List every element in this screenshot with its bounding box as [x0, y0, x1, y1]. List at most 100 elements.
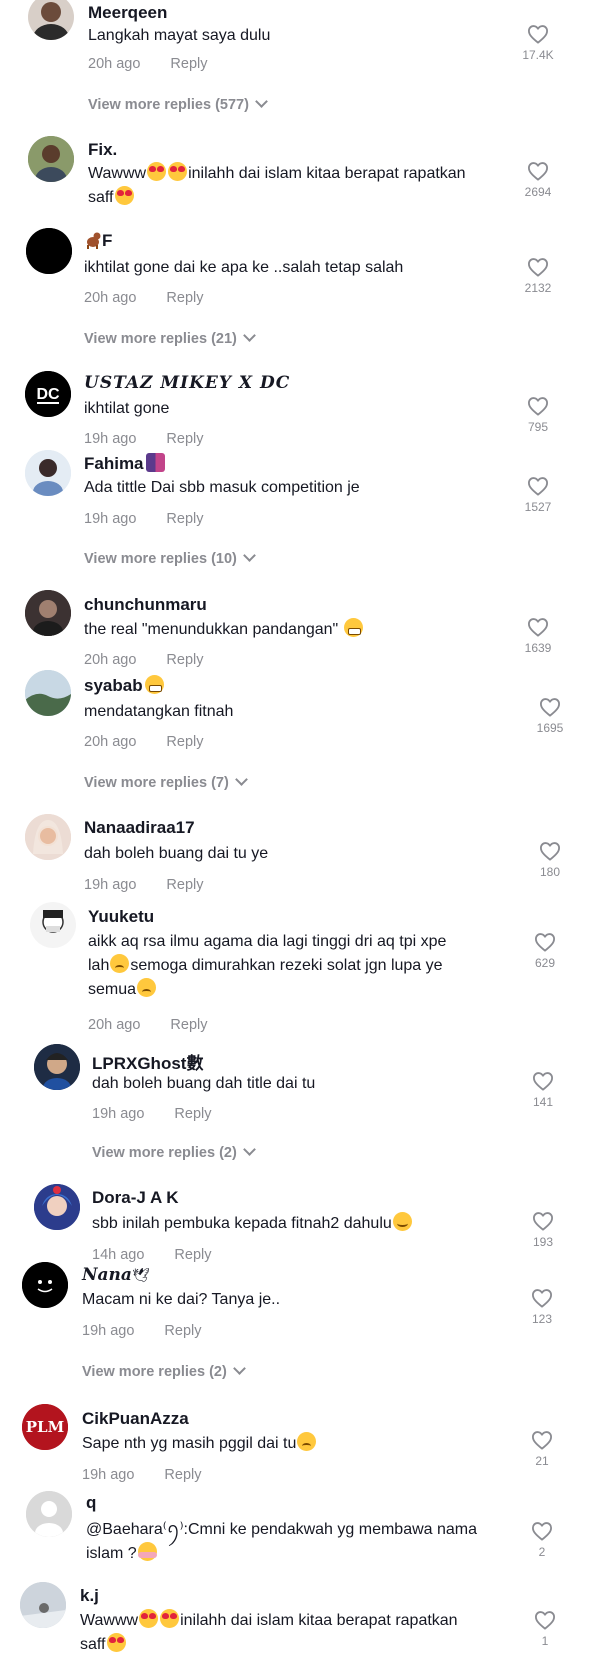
- sad-emoji-icon: [137, 978, 157, 997]
- comment-text: dah boleh buang dai tu ye: [84, 845, 269, 862]
- comment-time: 19h ago: [82, 1323, 135, 1339]
- avatar[interactable]: [30, 902, 76, 948]
- comment-username[interactable]: LPRXGhost數: [92, 1049, 203, 1074]
- smiling-hearts-emoji-icon: [137, 1542, 157, 1561]
- like-button[interactable]: 2694: [518, 161, 558, 199]
- like-button[interactable]: 795: [518, 396, 558, 434]
- heart-outline-icon: [531, 1521, 553, 1541]
- avatar[interactable]: [28, 0, 74, 40]
- comment-username[interactable]: chunchunmaru: [84, 595, 207, 615]
- comment-username[interactable]: F: [84, 231, 112, 251]
- comment-username[interactable]: Meerqeen: [88, 3, 167, 23]
- view-more-replies[interactable]: View more replies (7): [84, 773, 248, 791]
- view-more-replies[interactable]: View more replies (10): [84, 549, 256, 567]
- reply-button[interactable]: Reply: [170, 1017, 207, 1033]
- username-text: F: [102, 231, 113, 250]
- avatar[interactable]: [34, 1184, 80, 1230]
- comment-username[interactable]: k.j: [80, 1586, 99, 1606]
- comment-username[interactable]: syabab: [84, 675, 165, 696]
- view-more-replies[interactable]: View more replies (21): [84, 329, 256, 347]
- smile-emoji-icon: [392, 1212, 412, 1231]
- heart-eyes-emoji-icon: [114, 186, 134, 205]
- comment-username[interactable]: Nanaadiraa17: [84, 818, 195, 838]
- username-text: Nana: [82, 1265, 132, 1285]
- comment-text-segment: semoga dimurahkan rezeki solat jgn lupa …: [130, 957, 443, 974]
- view-more-replies[interactable]: View more replies (577): [88, 95, 268, 113]
- like-count: 2694: [524, 185, 552, 199]
- dog-emoji-icon: [84, 231, 102, 249]
- avatar[interactable]: [26, 228, 72, 274]
- grimace-emoji-icon: [343, 618, 363, 637]
- view-more-replies[interactable]: View more replies (2): [82, 1362, 246, 1380]
- comment-text-segment: Wawww: [88, 165, 147, 182]
- reply-button[interactable]: Reply: [174, 1247, 211, 1263]
- comment-meta: 20h ago Reply: [88, 1017, 208, 1033]
- comment-text-segment: saff: [88, 189, 114, 206]
- avatar[interactable]: [25, 590, 71, 636]
- heart-outline-icon: [527, 476, 549, 496]
- reply-button[interactable]: Reply: [166, 290, 203, 306]
- reply-button[interactable]: Reply: [164, 1467, 201, 1483]
- comment-username[interactable]: q: [86, 1493, 96, 1513]
- avatar[interactable]: [25, 450, 71, 496]
- comment-username[interactable]: USTAZ MIKEY X DC: [84, 373, 290, 393]
- comment-meta: 19h ago Reply: [84, 877, 204, 893]
- reply-button[interactable]: Reply: [166, 652, 203, 668]
- like-button[interactable]: 1695: [530, 697, 570, 735]
- heart-outline-icon: [527, 24, 549, 44]
- like-button[interactable]: 180: [530, 841, 570, 879]
- worried-emoji-icon: [297, 1432, 317, 1451]
- comment-username[interactable]: Nana🕊: [82, 1265, 150, 1285]
- like-button[interactable]: 193: [523, 1211, 563, 1249]
- reply-button[interactable]: Reply: [170, 56, 207, 72]
- like-button[interactable]: 141: [523, 1071, 563, 1109]
- avatar[interactable]: [34, 1044, 80, 1090]
- like-button[interactable]: 2: [522, 1521, 562, 1559]
- comment-username[interactable]: Dora-J A K: [92, 1188, 179, 1208]
- like-button[interactable]: 1: [525, 1610, 565, 1648]
- avatar[interactable]: PLM: [22, 1404, 68, 1450]
- reply-button[interactable]: Reply: [166, 734, 203, 750]
- reply-button[interactable]: Reply: [166, 431, 203, 447]
- avatar[interactable]: DC: [25, 371, 71, 417]
- heart-eyes-emoji-icon: [147, 162, 167, 181]
- couple-emoji-icon: [145, 453, 165, 472]
- reply-button[interactable]: Reply: [166, 511, 203, 527]
- reply-button[interactable]: Reply: [164, 1323, 201, 1339]
- reply-button[interactable]: Reply: [166, 877, 203, 893]
- chevron-down-icon: [255, 95, 268, 108]
- like-count: 1639: [524, 641, 552, 655]
- comment-text: mendatangkan fitnah: [84, 703, 234, 720]
- heart-outline-icon: [527, 161, 549, 181]
- comment-meta: 20h ago Reply: [84, 652, 204, 668]
- comment-username[interactable]: CikPuanAzza: [82, 1409, 189, 1429]
- comment-text-segment: semua: [88, 981, 137, 998]
- heart-outline-icon: [527, 396, 549, 416]
- comment-username[interactable]: Yuuketu: [88, 907, 154, 927]
- like-button[interactable]: 17.4K: [518, 24, 558, 62]
- heart-outline-icon: [539, 841, 561, 861]
- avatar[interactable]: [20, 1582, 66, 1628]
- reply-button[interactable]: Reply: [174, 1106, 211, 1122]
- comment-text-segment: the real "menundukkan pandangan": [84, 621, 339, 638]
- like-count: 629: [534, 956, 556, 970]
- avatar[interactable]: [28, 136, 74, 182]
- like-button[interactable]: 1639: [518, 617, 558, 655]
- avatar[interactable]: [22, 1262, 68, 1308]
- comment-username[interactable]: Fahima: [84, 453, 166, 474]
- like-button[interactable]: 1527: [518, 476, 558, 514]
- chevron-down-icon: [242, 1143, 256, 1156]
- like-button[interactable]: 629: [525, 932, 565, 970]
- like-button[interactable]: 2132: [518, 257, 558, 295]
- like-count: 193: [532, 1235, 554, 1249]
- view-more-replies[interactable]: View more replies (2): [92, 1143, 256, 1161]
- avatar[interactable]: [25, 670, 71, 716]
- view-more-label: View more replies (21): [84, 331, 237, 347]
- like-button[interactable]: 21: [522, 1430, 562, 1468]
- like-button[interactable]: 123: [522, 1288, 562, 1326]
- avatar[interactable]: [26, 1491, 72, 1537]
- like-count: 1: [541, 1634, 549, 1648]
- avatar[interactable]: [25, 814, 71, 860]
- comment-username[interactable]: Fix.: [88, 140, 117, 160]
- view-more-label: View more replies (2): [82, 1364, 227, 1380]
